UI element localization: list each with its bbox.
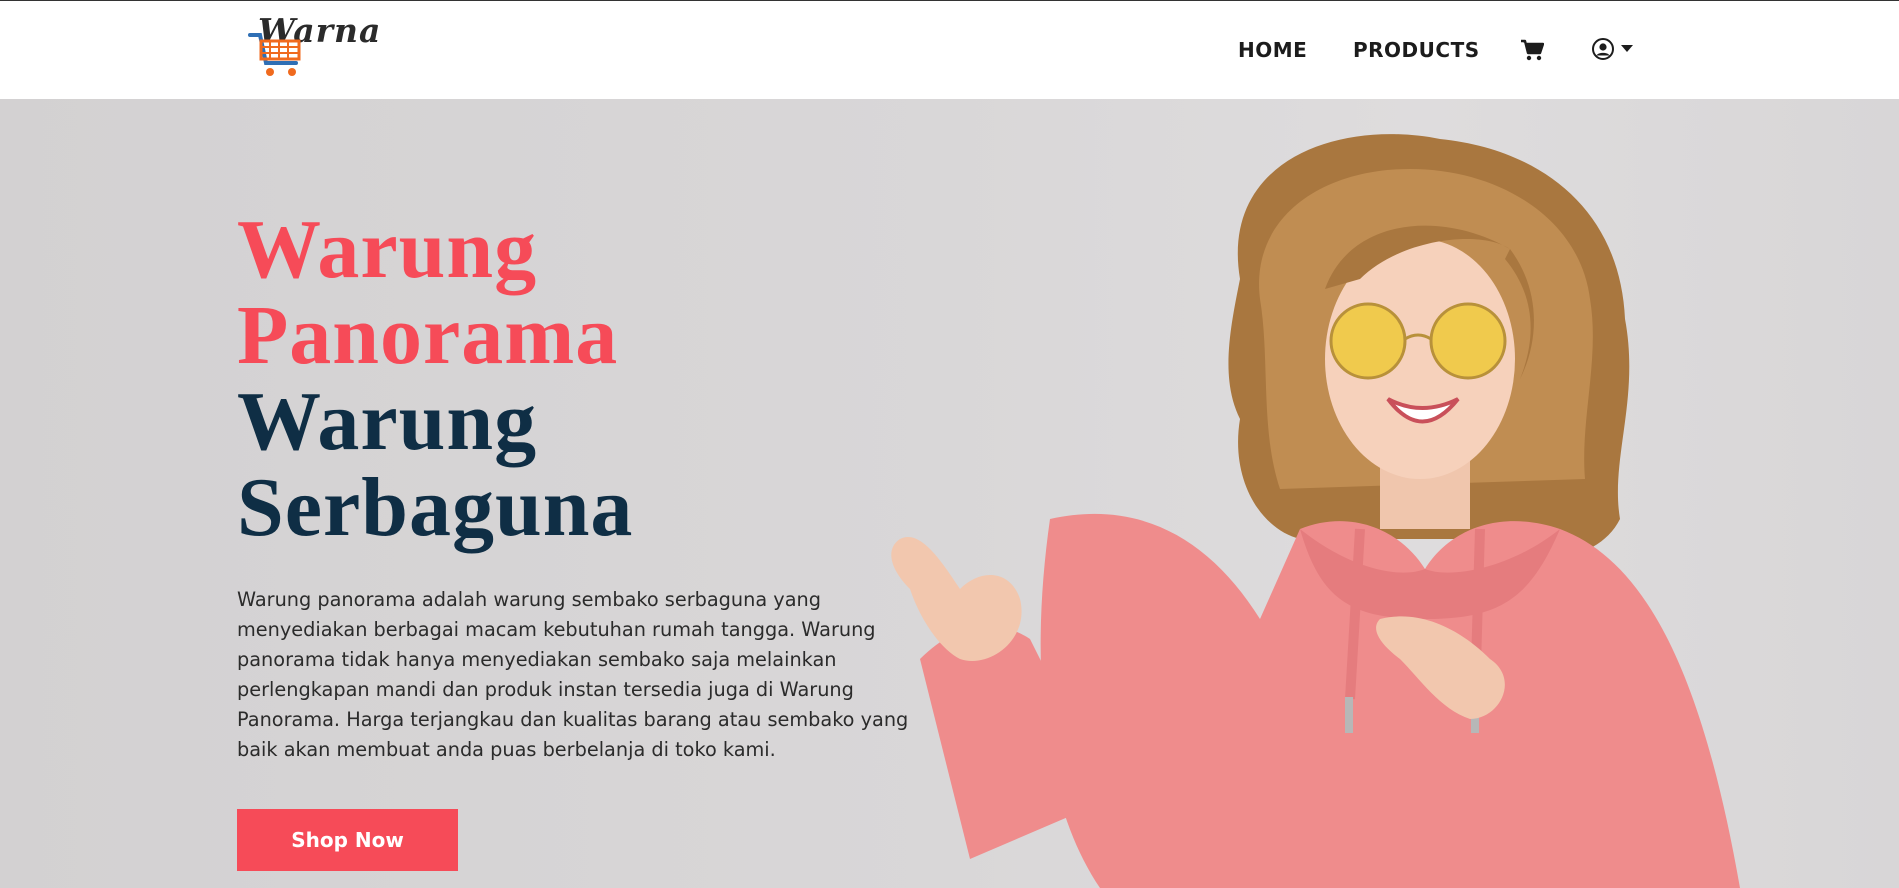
shopping-cart-logo-icon — [248, 33, 301, 76]
navbar: Warna HOME PRODUCTS — [0, 1, 1899, 99]
shop-now-button[interactable]: Shop Now — [237, 809, 458, 871]
headline-line-1: Warung — [237, 203, 538, 296]
user-circle-icon — [1592, 38, 1614, 60]
hero-section: Warung Panorama Warung Serbaguna Warung … — [0, 99, 1899, 888]
hero-headline: Warung Panorama Warung Serbaguna — [237, 207, 633, 551]
nav-home-link[interactable]: HOME — [1238, 38, 1307, 62]
user-menu-toggle[interactable] — [1591, 37, 1633, 61]
logo[interactable]: Warna — [246, 11, 380, 83]
chevron-down-icon — [1621, 44, 1633, 52]
woman-pointing-photo — [891, 134, 1740, 888]
hero-description: Warung panorama adalah warung sembako se… — [237, 588, 909, 761]
headline-line-4: Serbaguna — [237, 461, 634, 554]
headline-line-3: Warung — [237, 375, 538, 468]
cart-icon[interactable] — [1520, 39, 1545, 65]
nav-products-link[interactable]: PRODUCTS — [1353, 38, 1480, 62]
headline-line-2: Panorama — [237, 289, 619, 382]
